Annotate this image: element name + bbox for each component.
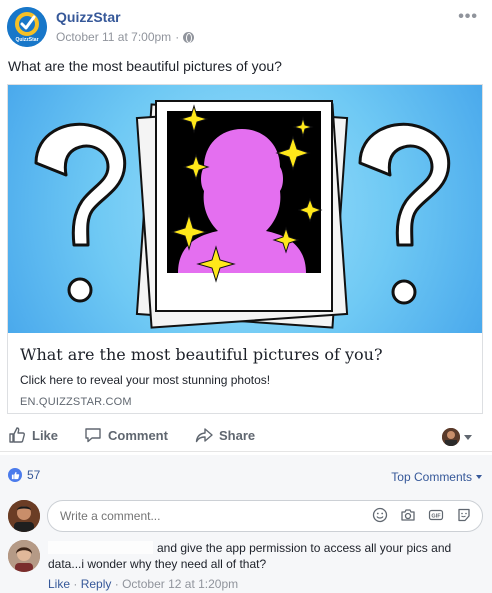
post-meta: October 11 at 7:00pm · xyxy=(56,30,195,44)
share-label: Share xyxy=(219,427,256,443)
sticker-icon[interactable] xyxy=(456,507,472,523)
globe-icon[interactable] xyxy=(183,31,195,43)
gif-icon[interactable]: GIF xyxy=(428,507,444,523)
post-as-selector[interactable] xyxy=(442,428,472,446)
polaroid-stack xyxy=(135,100,349,329)
commenter-avatar[interactable] xyxy=(8,540,40,572)
comment-like-link[interactable]: Like xyxy=(48,577,70,591)
comments-section: 57 Top Comments Write a comment... GIF a… xyxy=(0,455,492,593)
post-text: What are the most beautiful pictures of … xyxy=(8,58,282,74)
post-timestamp[interactable]: October 11 at 7:00pm xyxy=(56,30,171,44)
comment-sort-dropdown[interactable]: Top Comments xyxy=(391,470,482,484)
reaction-count: 57 xyxy=(27,468,41,482)
logo-wordmark: QuizzStar xyxy=(15,37,38,43)
comment-meta: Like · Reply · October 12 at 1:20pm xyxy=(48,577,238,591)
redacted-commenter-name[interactable] xyxy=(48,541,153,554)
meta-dot: · xyxy=(73,577,78,591)
page-avatar[interactable]: QuizzStar xyxy=(7,7,47,47)
question-mark-right-icon xyxy=(358,122,451,305)
like-reaction-icon xyxy=(8,468,22,482)
composer-avatar xyxy=(8,500,40,532)
comment-bubble-icon xyxy=(85,428,101,443)
thumbs-up-icon xyxy=(9,427,25,443)
comment-button[interactable]: Comment xyxy=(84,426,168,444)
comment-label: Comment xyxy=(108,427,168,443)
more-options-icon[interactable]: ••• xyxy=(458,8,478,26)
comment-timestamp[interactable]: October 12 at 1:20pm xyxy=(122,577,238,591)
link-preview-card[interactable]: What are the most beautiful pictures of … xyxy=(7,84,483,414)
post-header: QuizzStar QuizzStar October 11 at 7:00pm… xyxy=(0,0,492,52)
card-title[interactable]: What are the most beautiful pictures of … xyxy=(20,345,383,364)
chevron-down-icon xyxy=(464,434,472,440)
card-image[interactable] xyxy=(8,85,482,333)
reactions-summary[interactable]: 57 xyxy=(8,468,40,482)
card-domain: EN.QUIZZSTAR.COM xyxy=(20,396,132,408)
meta-dot: · xyxy=(114,577,119,591)
like-button[interactable]: Like xyxy=(8,426,58,444)
emoji-icon[interactable] xyxy=(372,507,388,523)
like-label: Like xyxy=(32,427,59,443)
comment-reply-link[interactable]: Reply xyxy=(81,577,112,591)
svg-text:GIF: GIF xyxy=(431,514,441,520)
share-button[interactable]: Share xyxy=(195,426,255,444)
page-name-link[interactable]: QuizzStar xyxy=(56,9,121,25)
composer-tools: GIF xyxy=(372,507,472,523)
card-illustration xyxy=(34,100,451,329)
question-mark-left-icon xyxy=(34,122,127,303)
comment-composer: GIF xyxy=(8,498,484,532)
comment-text-block: and give the app permission to access al… xyxy=(48,540,468,572)
camera-icon[interactable] xyxy=(400,507,416,523)
quizzstar-logo-icon: QuizzStar xyxy=(7,7,47,47)
post-action-bar: Like Comment Share xyxy=(0,422,492,452)
card-description: Click here to reveal your most stunning … xyxy=(20,373,271,387)
sort-caret-icon xyxy=(476,475,482,479)
comment-sort-label: Top Comments xyxy=(391,470,472,484)
share-arrow-icon xyxy=(195,428,213,443)
viewer-avatar xyxy=(442,428,460,446)
meta-separator: · xyxy=(175,30,180,44)
